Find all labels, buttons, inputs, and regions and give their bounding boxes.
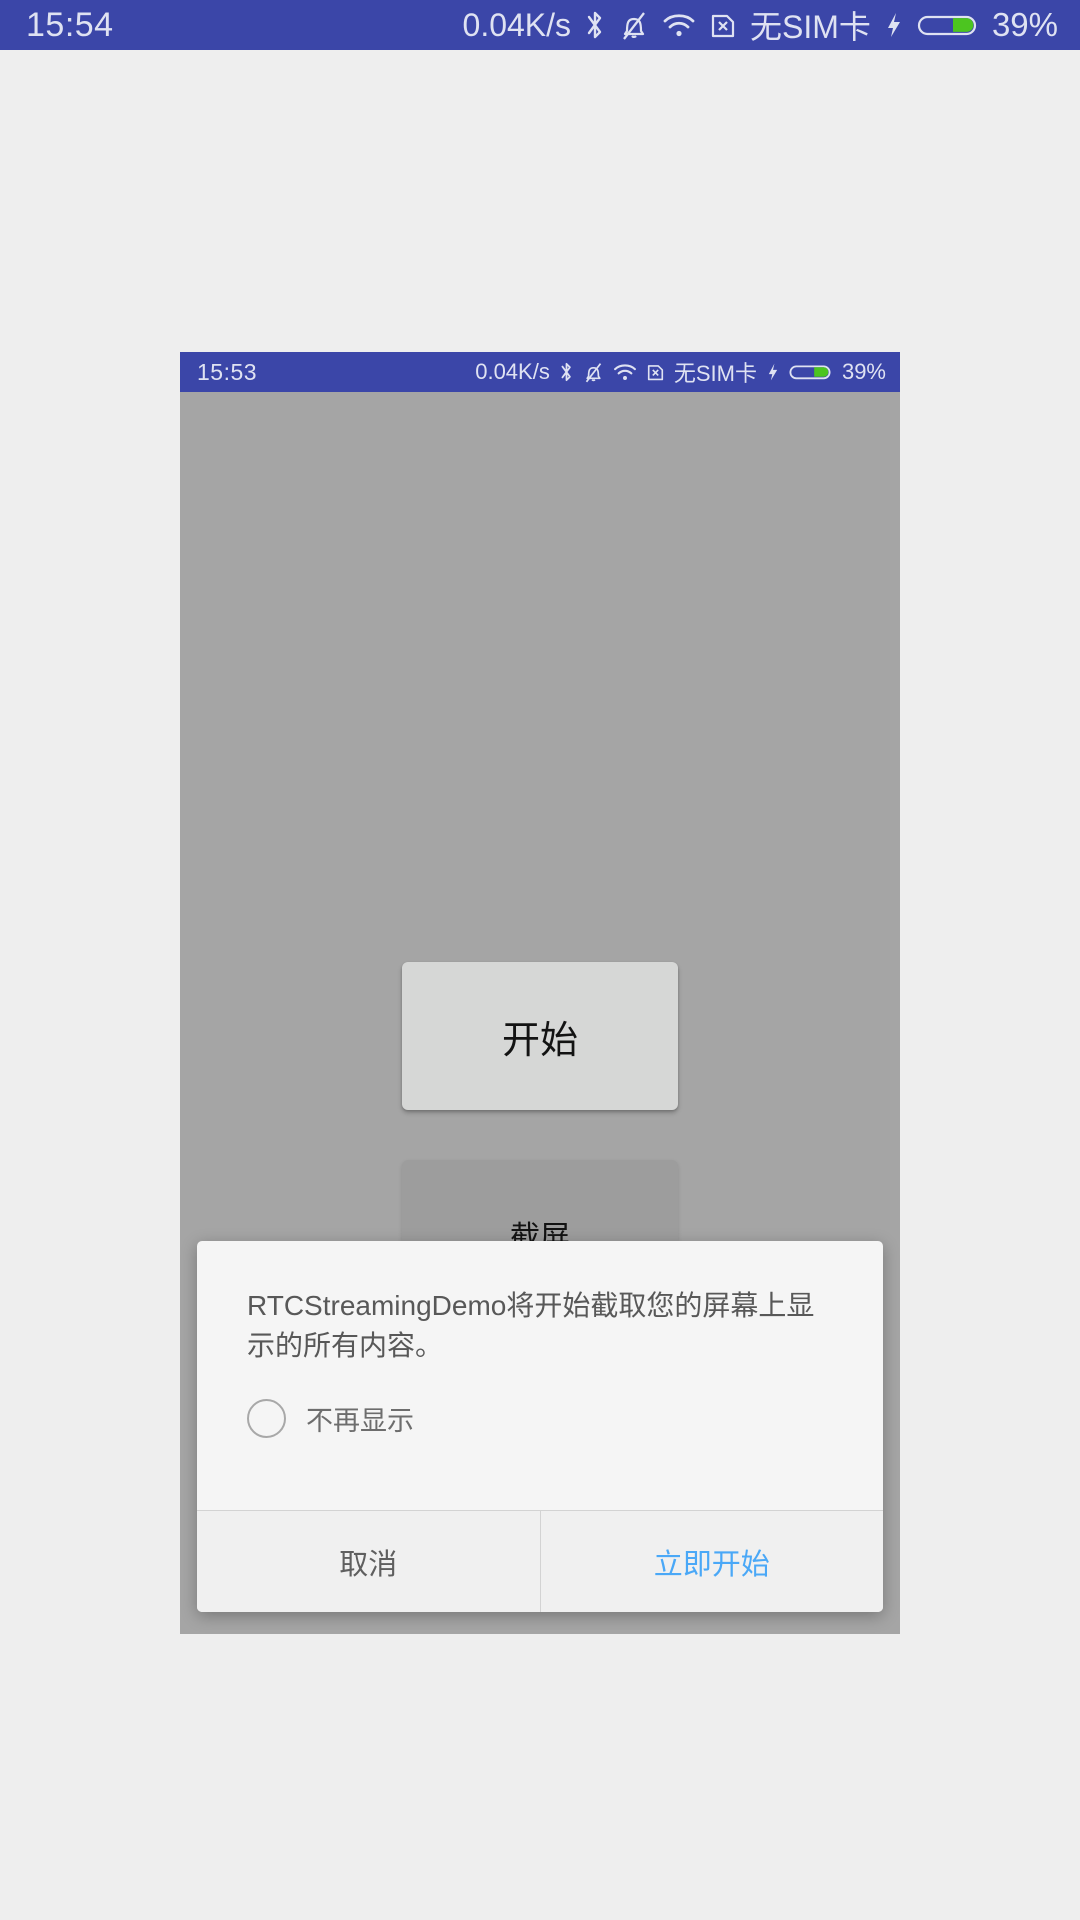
- dont-show-again-row[interactable]: 不再显示: [247, 1399, 837, 1439]
- battery-icon: [917, 8, 977, 42]
- start-now-button[interactable]: 立即开始: [539, 1511, 884, 1612]
- battery-percent-label: 39%: [991, 6, 1058, 43]
- network-speed-label: 0.04K/s: [462, 6, 572, 43]
- dialog-message: RTCStreamingDemo将开始截取您的屏幕上显示的所有内容。: [247, 1290, 815, 1362]
- dialog-actions: 取消 立即开始: [197, 1510, 883, 1612]
- device-mute-bell-icon: [583, 360, 604, 384]
- device-charging-bolt-icon: [766, 360, 780, 384]
- device-bluetooth-icon: [559, 360, 574, 384]
- screen-capture-permission-dialog-overlay: RTCStreamingDemo将开始截取您的屏幕上显示的所有内容。 不再显示 …: [197, 1241, 883, 1612]
- cancel-button[interactable]: 取消: [197, 1511, 540, 1612]
- device-status-bar-clock: 15:53: [197, 358, 258, 385]
- device-network-speed-label: 0.04K/s: [475, 359, 550, 384]
- device-sim-status-label: 无SIM卡: [673, 361, 757, 386]
- sim-status-label: 无SIM卡: [750, 9, 871, 45]
- dialog-body: RTCStreamingDemo将开始截取您的屏幕上显示的所有内容。 不再显示: [197, 1241, 883, 1510]
- device-sim-card-off-icon: [646, 360, 665, 384]
- charging-bolt-icon: [884, 8, 904, 42]
- mute-bell-icon: [619, 8, 649, 42]
- dont-show-again-checkbox[interactable]: [247, 1399, 286, 1439]
- device-wifi-icon: [613, 360, 637, 384]
- device-status-bar-right-cluster: 0.04K/s 无SIM卡 39%: [475, 356, 886, 388]
- host-status-bar: 15:54 0.04K/s 无SIM卡 39%: [0, 0, 1080, 50]
- sim-card-off-icon: [709, 8, 737, 42]
- dont-show-again-label: 不再显示: [306, 1406, 414, 1437]
- bluetooth-icon: [584, 8, 606, 42]
- status-bar-right-cluster: 0.04K/s 无SIM卡 39%: [463, 2, 1058, 48]
- status-bar-clock: 15:54: [26, 5, 114, 44]
- device-battery-percent-label: 39%: [841, 359, 886, 384]
- device-battery-icon: [789, 360, 831, 384]
- wifi-icon: [662, 8, 696, 42]
- start-button[interactable]: 开始: [402, 962, 678, 1110]
- device-status-bar: 15:53 0.04K/s 无SIM卡 39%: [180, 352, 900, 392]
